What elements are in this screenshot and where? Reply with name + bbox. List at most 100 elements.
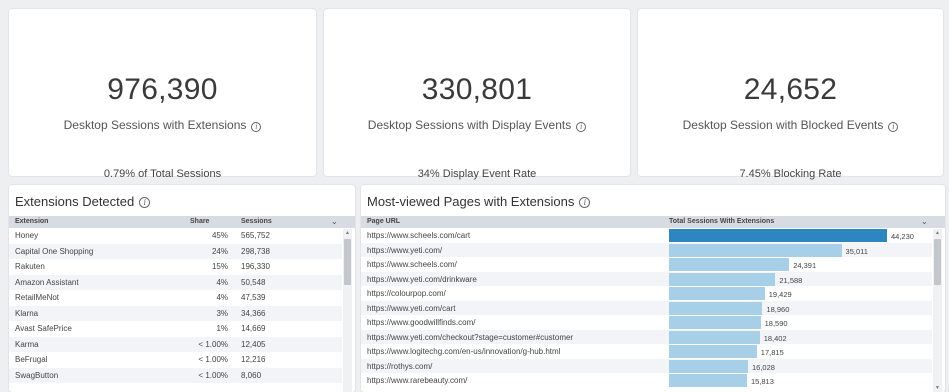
sessions-cell: 47,539	[241, 293, 266, 302]
extension-name-cell: Avast SafePrice	[15, 324, 72, 333]
column-header-share[interactable]: Share	[190, 218, 209, 225]
page-url-cell[interactable]: https://www.rarebeauty.com/	[367, 376, 467, 385]
sessions-value-label: 18,960	[766, 304, 790, 314]
table-row[interactable]: https://www.goodwillfinds.com/18,590	[361, 315, 932, 330]
kpi-card-blocked-events: 24,652 Desktop Session with Blocked Even…	[638, 9, 943, 180]
share-cell: 4%	[216, 293, 228, 302]
sessions-cell: 8,060	[241, 370, 262, 380]
sessions-cell: 50,548	[241, 277, 266, 287]
sessions-bar	[669, 359, 748, 373]
extension-name-cell: Honey	[15, 231, 39, 240]
sessions-cell: 298,738	[241, 246, 270, 256]
chevron-down-icon[interactable]: ⌄	[921, 217, 928, 226]
sessions-bar	[669, 374, 747, 387]
info-icon[interactable]: i	[579, 197, 591, 208]
sessions-value-label: 18,590	[764, 319, 788, 328]
kpi-subtext: 7.45% Blocking Rate	[739, 168, 842, 180]
sessions-bar	[669, 272, 776, 286]
table-row[interactable]: https://www.scheels.com/cart 44,230	[361, 228, 932, 243]
page-url-cell[interactable]: https://rothys.com/	[367, 362, 432, 371]
table-row[interactable]: https://www.scheels.com/24,391	[361, 257, 932, 272]
info-icon[interactable]: i	[251, 122, 262, 132]
table-row[interactable]: https://colourpop.com/19,429	[361, 286, 932, 301]
table-row[interactable]: https://www.yeti.com/35,011	[361, 242, 932, 257]
column-header-extension[interactable]: Extension	[15, 218, 48, 225]
page-url-cell[interactable]: https://www.yeti.com/drinkware	[367, 275, 477, 284]
info-icon[interactable]: i	[576, 122, 587, 132]
sessions-value-label: 24,391	[793, 261, 817, 270]
scrollbar-thumb[interactable]	[344, 239, 351, 285]
most-viewed-pages-panel: Most-viewed Pages with Extensions i Page …	[361, 185, 945, 392]
scrollbar[interactable]: ▲	[343, 229, 352, 392]
page-url-cell[interactable]: https://www.scheels.com/	[367, 260, 457, 269]
page-url-cell[interactable]: https://www.yeti.com/cart	[367, 304, 455, 313]
sessions-value-label: 19,429	[768, 290, 792, 299]
info-icon[interactable]: i	[888, 122, 899, 132]
table-row[interactable]: Amazon Assistant 4% 50,548	[9, 274, 342, 290]
table-row[interactable]: https://rothys.com/16,028	[361, 358, 932, 373]
sessions-cell: 12,405	[241, 339, 266, 349]
scrollbar-thumb[interactable]	[934, 239, 941, 285]
share-cell: 1%	[216, 324, 228, 333]
sessions-cell: 34,366	[241, 308, 266, 318]
scroll-up-icon[interactable]: ▲	[343, 230, 352, 236]
table-row[interactable]: Rakuten 15% 196,330	[9, 259, 342, 275]
page-url-cell[interactable]: https://www.scheels.com/cart	[367, 231, 470, 240]
sessions-bar	[669, 345, 757, 358]
column-header-page-url[interactable]: Page URL	[367, 218, 400, 225]
extension-name-cell: Amazon Assistant	[15, 277, 79, 287]
sessions-value-label: 17,815	[760, 348, 784, 357]
kpi-label: Desktop Sessions with Display Events i	[324, 118, 630, 132]
sessions-bar	[669, 287, 765, 300]
kpi-card-sessions-with-extensions: 976,390 Desktop Sessions with Extensions…	[9, 9, 316, 180]
share-cell: 3%	[216, 308, 228, 318]
sessions-value-label: 44,230	[891, 232, 914, 241]
page-url-cell[interactable]: https://www.goodwillfinds.com/	[367, 318, 476, 327]
sessions-value-label: 15,813	[750, 377, 774, 386]
sessions-cell: 14,669	[241, 324, 266, 333]
column-header-total-sessions[interactable]: Total Sessions With Extensions	[669, 218, 774, 225]
table-row[interactable]: https://www.yeti.com/checkout?stage=cust…	[361, 329, 932, 344]
panel-title-text: Extensions Detected	[15, 194, 135, 209]
scroll-down-icon[interactable]: ▼	[933, 385, 942, 391]
share-cell: < 1.00%	[198, 339, 228, 349]
page-url-cell[interactable]: https://colourpop.com/	[367, 289, 446, 298]
extensions-detected-panel: Extensions Detected i Extension Share Ses…	[9, 185, 355, 392]
kpi-value: 24,652	[743, 73, 838, 106]
sessions-bar	[669, 243, 842, 257]
kpi-label: Desktop Session with Blocked Events i	[638, 118, 943, 132]
table-row[interactable]: Avast SafePrice 1% 14,669	[9, 321, 342, 337]
table-row[interactable]: https://www.yeti.com/cart 18,960	[361, 300, 932, 315]
sessions-bar	[669, 330, 760, 344]
column-header-sessions[interactable]: Sessions	[241, 218, 272, 225]
table-row[interactable]: Capital One Shopping 24% 298,738	[9, 243, 342, 259]
table-row[interactable]: https://www.rarebeauty.com/15,813	[361, 373, 932, 388]
info-icon[interactable]: i	[139, 197, 151, 208]
scroll-up-icon[interactable]: ▲	[933, 230, 942, 236]
share-cell: < 1.00%	[198, 370, 228, 380]
table-row[interactable]: https://www.logitechg.com/en-us/innovati…	[361, 344, 932, 359]
table-row[interactable]: SwagButton < 1.00% 8,060	[9, 367, 342, 383]
table-row[interactable]: https://www.yeti.com/drinkware 21,588	[361, 271, 932, 286]
sessions-bar	[669, 316, 761, 329]
kpi-label: Desktop Sessions with Extensions i	[9, 118, 316, 132]
table-row[interactable]: Honey 45% 565,752	[9, 228, 342, 244]
share-cell: 15%	[211, 262, 228, 271]
page-url-cell[interactable]: https://www.yeti.com/	[367, 246, 442, 255]
extension-name-cell: RetailMeNot	[15, 293, 60, 302]
table-row[interactable]: RetailMeNot 4% 47,539	[9, 290, 342, 306]
table-row[interactable]: Karma < 1.00% 12,405	[9, 336, 342, 352]
table-row[interactable]: Klarna 3% 34,366	[9, 305, 342, 321]
share-cell: 45%	[211, 231, 228, 240]
chevron-down-icon[interactable]: ⌄	[331, 217, 338, 226]
share-cell: 4%	[216, 277, 228, 287]
sessions-bar	[669, 258, 790, 271]
kpi-label-text: Desktop Sessions with Display Events	[367, 118, 572, 132]
extension-name-cell: Klarna	[15, 308, 39, 318]
extension-name-cell: BeFrugal	[15, 355, 48, 364]
scrollbar[interactable]: ▲ ▼	[933, 229, 942, 392]
page-url-cell[interactable]: https://www.logitechg.com/en-us/innovati…	[367, 347, 560, 356]
table-row[interactable]: BeFrugal < 1.00% 12,216	[9, 352, 342, 368]
sessions-bar	[669, 229, 887, 242]
page-url-cell[interactable]: https://www.yeti.com/checkout?stage=cust…	[367, 333, 573, 342]
